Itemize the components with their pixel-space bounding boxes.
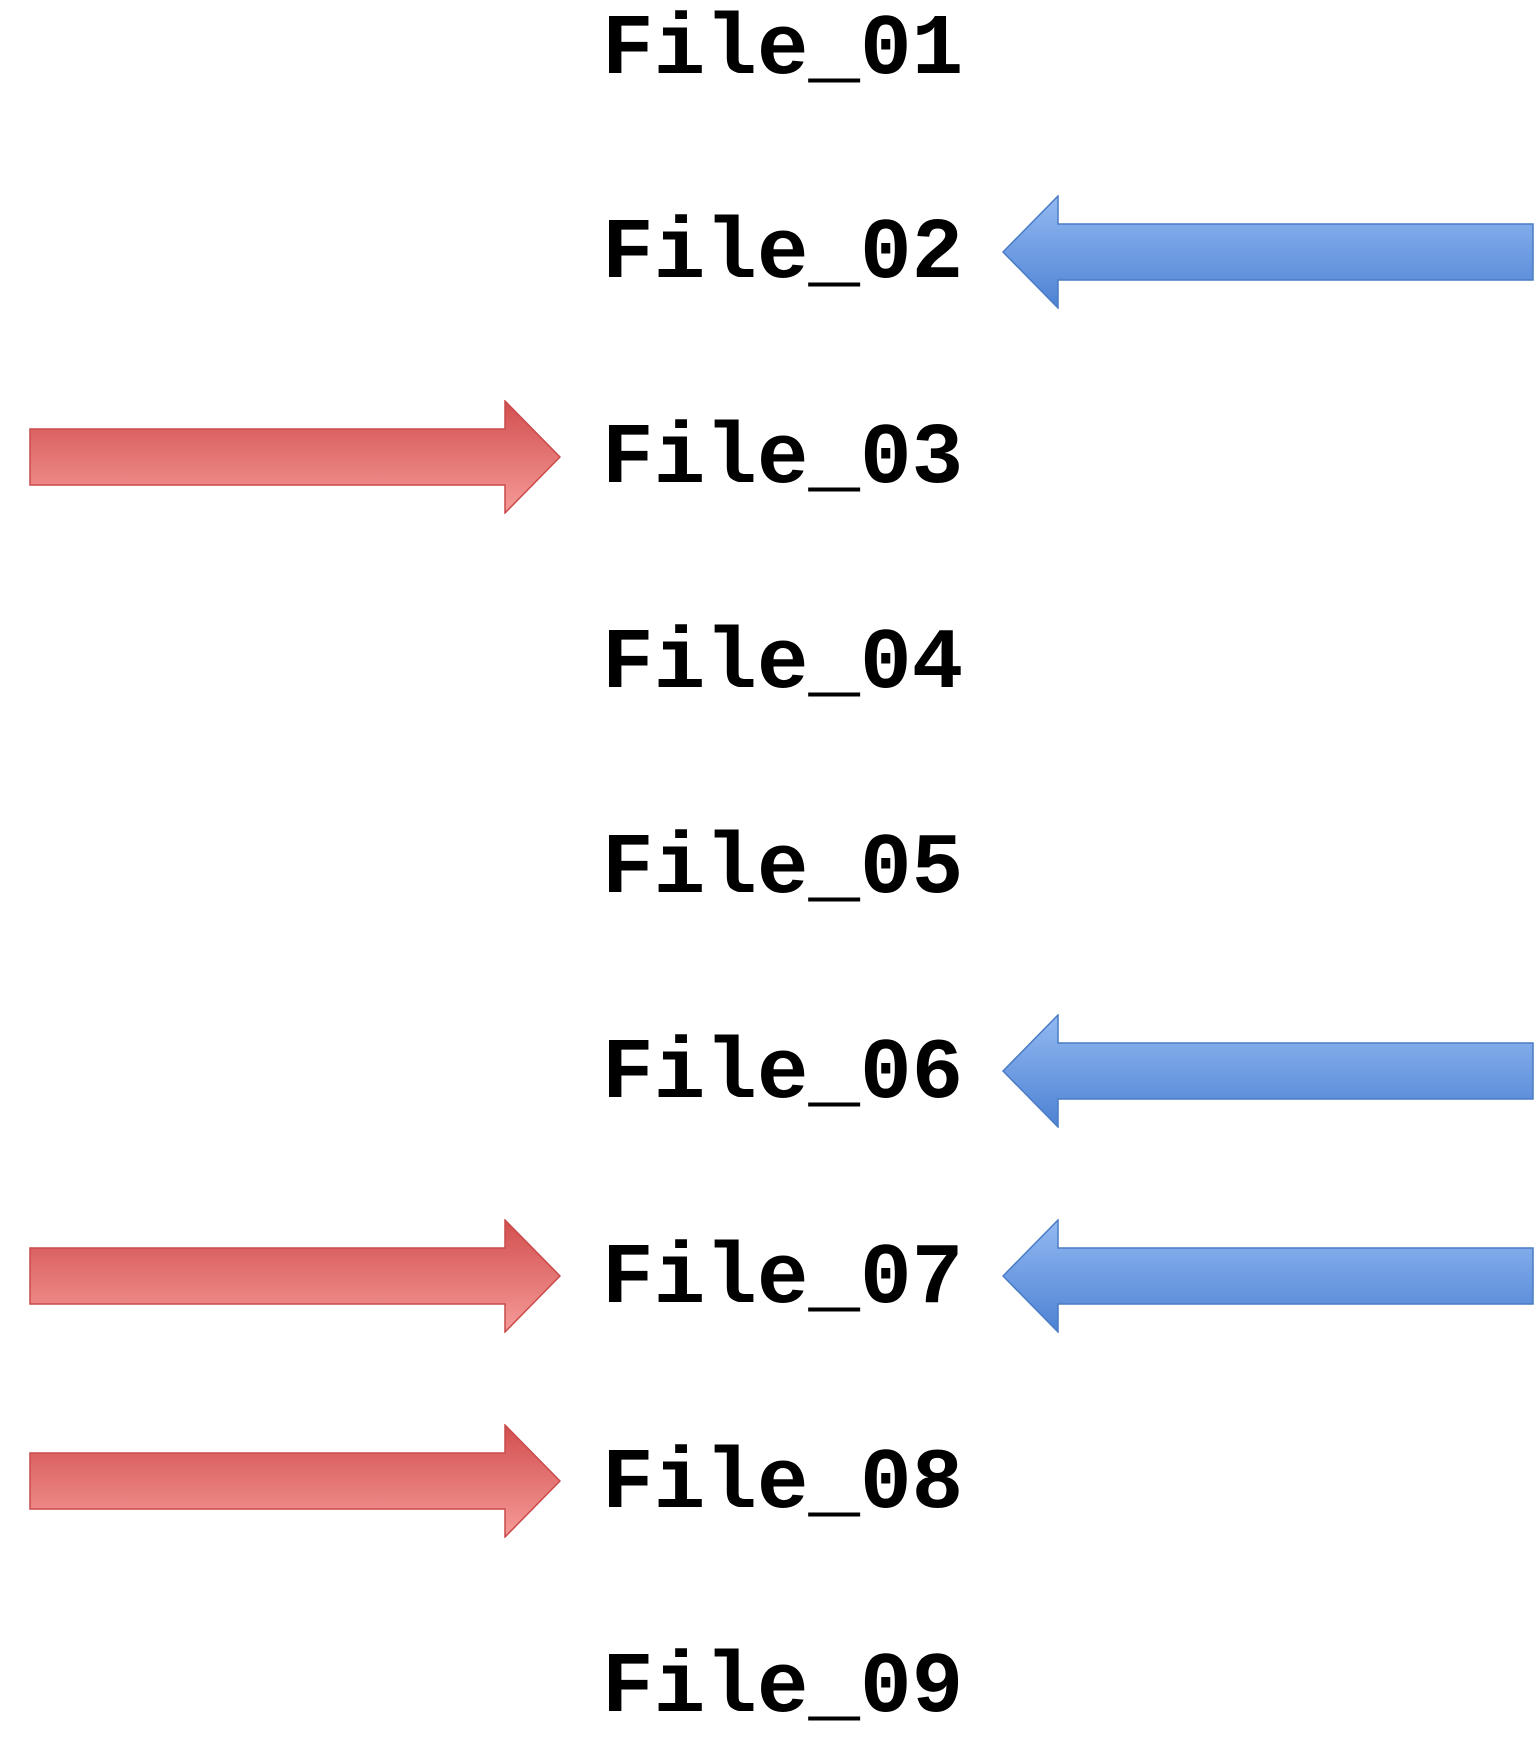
blue-arrow-left-icon-07: [1002, 1219, 1534, 1333]
file-label-09: File_09: [602, 1639, 964, 1737]
blue-arrow-shape: [1002, 195, 1534, 309]
red-arrow-right-icon-03: [29, 400, 561, 514]
blue-arrow-left-icon-02: [1002, 195, 1534, 309]
file-label-05: File_05: [602, 820, 964, 918]
file-label-08: File_08: [602, 1435, 964, 1533]
blue-arrow-shape: [1002, 1219, 1534, 1333]
file-label-04: File_04: [602, 615, 964, 713]
file-label-06: File_06: [602, 1025, 964, 1123]
file-label-03: File_03: [602, 410, 964, 508]
red-arrow-shape: [29, 1219, 561, 1333]
file-label-07: File_07: [602, 1230, 964, 1328]
red-arrow-right-icon-08: [29, 1424, 561, 1538]
file-label-02: File_02: [602, 205, 964, 303]
red-arrow-shape: [29, 1424, 561, 1538]
blue-arrow-left-icon-06: [1002, 1014, 1534, 1128]
red-arrow-shape: [29, 400, 561, 514]
blue-arrow-shape: [1002, 1014, 1534, 1128]
file-label-01: File_01: [602, 1, 964, 99]
red-arrow-right-icon-07: [29, 1219, 561, 1333]
